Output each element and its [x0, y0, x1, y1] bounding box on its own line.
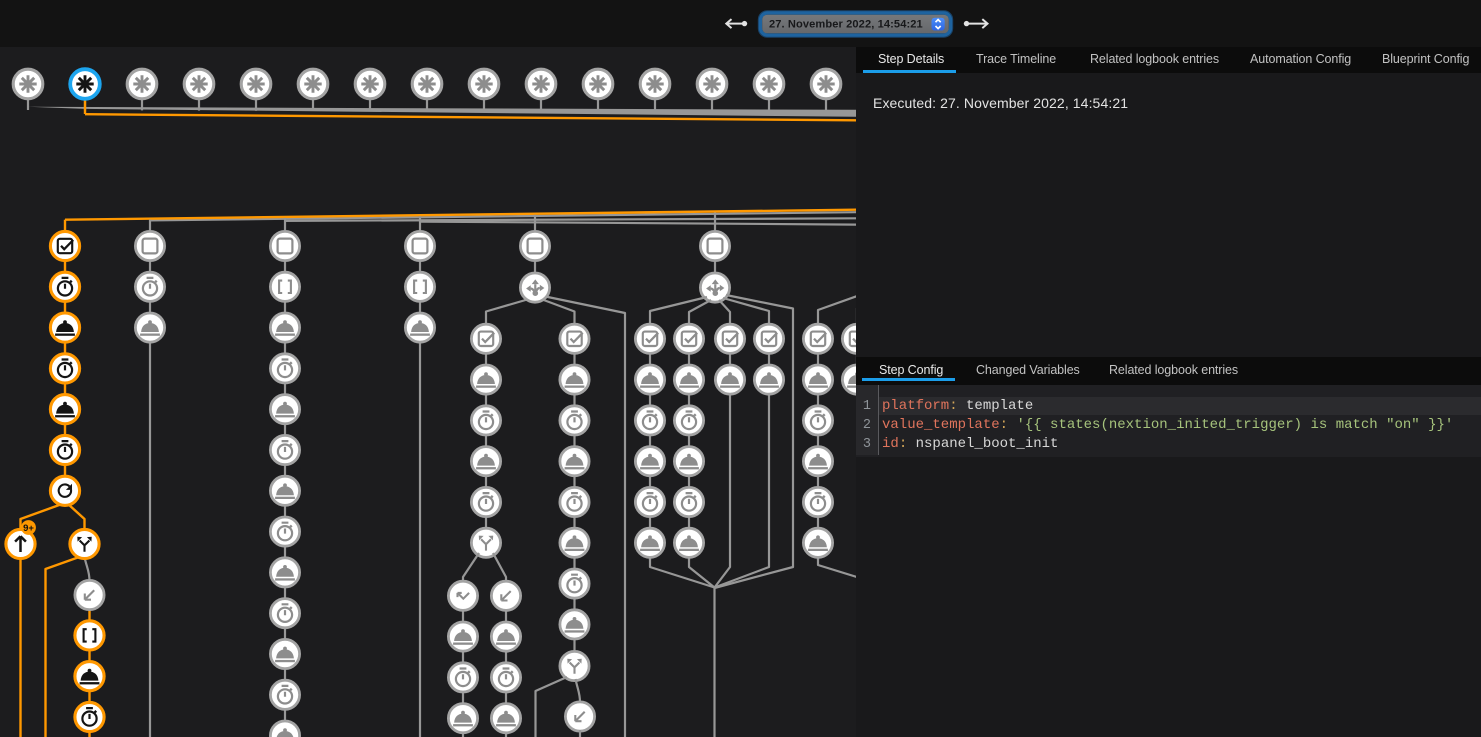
svg-text:27. November 2022, 14:54:21: 27. November 2022, 14:54:21 — [769, 19, 923, 31]
svg-text:9+: 9+ — [23, 523, 34, 534]
